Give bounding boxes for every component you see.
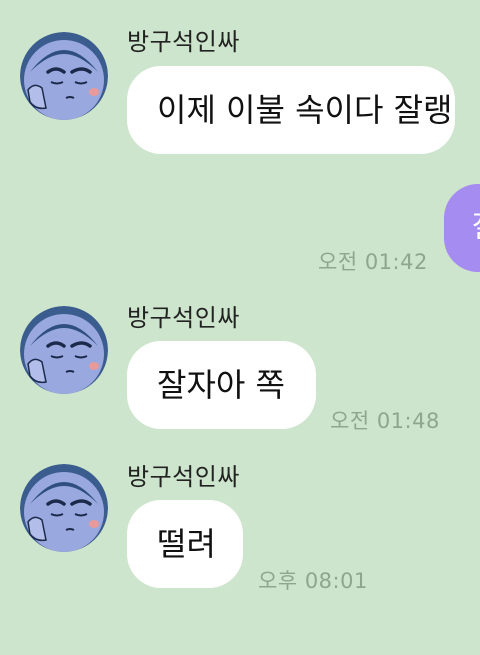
message-bubble[interactable]: 잘자아 쪽 (127, 341, 316, 429)
message-bubble[interactable]: 떨려 (127, 500, 243, 588)
sender-avatar[interactable] (20, 464, 108, 552)
sender-name: 방구석인싸 (127, 463, 240, 491)
message-timestamp: 오전 01:42 (318, 250, 428, 274)
chat-thread: 방구석인싸 이제 이불 속이다 잘랭 잘 오전 01:42 방구석인싸 잘자아 … (0, 0, 480, 655)
sender-name: 방구석인싸 (127, 304, 240, 332)
sleepy-face-avatar-icon (20, 306, 108, 394)
message-timestamp: 오후 08:01 (258, 569, 368, 593)
sender-avatar[interactable] (20, 306, 108, 394)
sender-name: 방구석인싸 (127, 28, 240, 56)
sleepy-face-avatar-icon (20, 464, 108, 552)
message-bubble[interactable]: 이제 이불 속이다 잘랭 (127, 66, 455, 154)
sender-avatar[interactable] (20, 32, 108, 120)
sleepy-face-avatar-icon (20, 32, 108, 120)
message-timestamp: 오전 01:48 (330, 409, 440, 433)
message-bubble-outgoing[interactable]: 잘 (444, 184, 480, 272)
